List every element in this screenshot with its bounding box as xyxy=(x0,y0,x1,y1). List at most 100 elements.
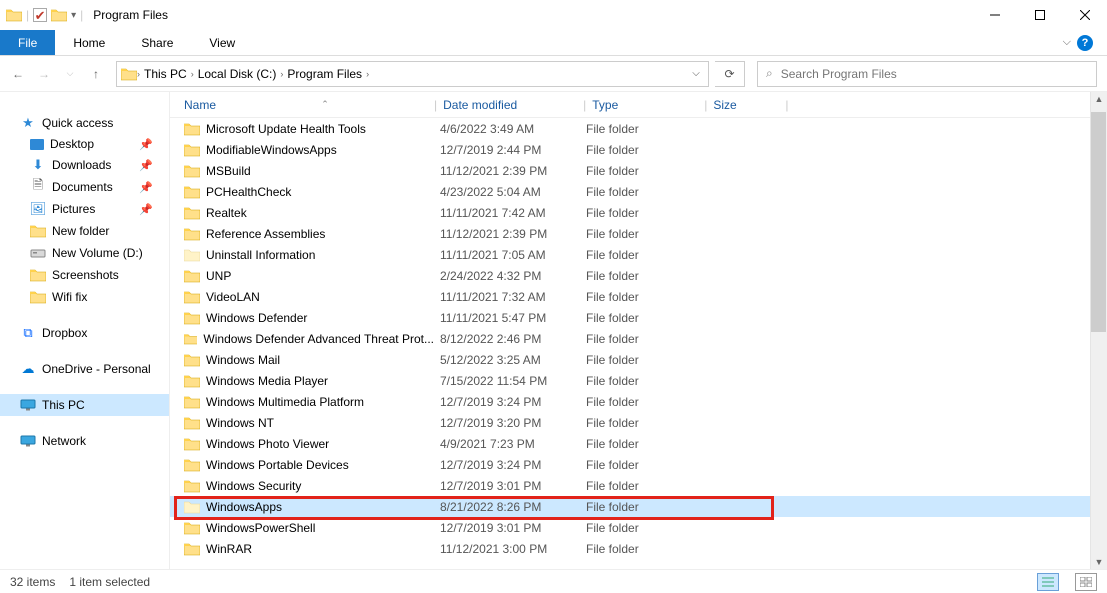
col-name[interactable]: Name⌃ xyxy=(178,98,434,112)
sidebar-item[interactable]: New folder xyxy=(0,220,169,242)
address-dropdown[interactable]: ⌵ xyxy=(684,62,708,86)
view-large-icons-button[interactable] xyxy=(1075,573,1097,591)
file-tab[interactable]: File xyxy=(0,30,55,55)
sidebar-item[interactable]: Desktop📌 xyxy=(0,134,169,154)
file-row[interactable]: Windows Photo Viewer4/9/2021 7:23 PMFile… xyxy=(170,433,1107,454)
view-details-button[interactable] xyxy=(1037,573,1059,591)
sidebar-item-label: Downloads xyxy=(52,158,111,172)
file-row[interactable]: Windows Security12/7/2019 3:01 PMFile fo… xyxy=(170,475,1107,496)
file-name: ModifiableWindowsApps xyxy=(206,143,337,157)
minimize-button[interactable] xyxy=(972,0,1017,30)
nav-this-pc[interactable]: This PC xyxy=(0,394,169,416)
file-row[interactable]: VideoLAN11/11/2021 7:32 AMFile folder xyxy=(170,286,1107,307)
nav-quick-access[interactable]: ★ Quick access xyxy=(0,112,169,134)
sidebar-item[interactable]: 🗎Documents📌 xyxy=(0,176,169,198)
folder-icon xyxy=(184,479,200,493)
file-row[interactable]: Windows Media Player7/15/2022 11:54 PMFi… xyxy=(170,370,1107,391)
nav-onedrive[interactable]: ☁ OneDrive - Personal xyxy=(0,358,169,380)
crumb-local-disk[interactable]: Local Disk (C:) xyxy=(194,67,281,81)
nav-network[interactable]: Network xyxy=(0,430,169,452)
scroll-thumb[interactable] xyxy=(1091,112,1106,332)
maximize-button[interactable] xyxy=(1017,0,1062,30)
status-item-count: 32 items xyxy=(10,575,55,589)
sidebar-item[interactable]: Screenshots xyxy=(0,264,169,286)
file-date: 4/6/2022 3:49 AM xyxy=(434,122,580,136)
search-input[interactable] xyxy=(773,66,1088,82)
sidebar-item[interactable]: ⬇Downloads📌 xyxy=(0,154,169,176)
close-button[interactable] xyxy=(1062,0,1107,30)
scroll-up-icon[interactable]: ▲ xyxy=(1095,94,1104,104)
qat-folder-icon[interactable] xyxy=(51,8,67,22)
file-name: Windows Defender xyxy=(206,311,307,325)
nav-dropbox[interactable]: ⧉ Dropbox xyxy=(0,322,169,344)
tab-home[interactable]: Home xyxy=(55,30,123,55)
scrollbar[interactable]: ▲ ▼ xyxy=(1090,92,1107,569)
folder-icon xyxy=(184,374,200,388)
search-box[interactable]: ⌕ xyxy=(757,61,1097,87)
ribbon: File Home Share View ⌵ ? xyxy=(0,30,1107,56)
col-type[interactable]: Type xyxy=(586,98,704,112)
file-row[interactable]: Windows Multimedia Platform12/7/2019 3:2… xyxy=(170,391,1107,412)
file-type: File folder xyxy=(580,311,698,325)
file-row[interactable]: Windows Defender Advanced Threat Prot...… xyxy=(170,328,1107,349)
navigation-pane: ★ Quick access Desktop📌⬇Downloads📌🗎Docum… xyxy=(0,92,170,569)
crumb-program-files[interactable]: Program Files xyxy=(283,67,366,81)
file-name: Windows Multimedia Platform xyxy=(206,395,364,409)
file-row[interactable]: MSBuild11/12/2021 2:39 PMFile folder xyxy=(170,160,1107,181)
window-title: Program Files xyxy=(93,8,168,22)
file-row[interactable]: Windows NT12/7/2019 3:20 PMFile folder xyxy=(170,412,1107,433)
file-row[interactable]: WindowsApps8/21/2022 8:26 PMFile folder xyxy=(170,496,1107,517)
file-row[interactable]: WinRAR11/12/2021 3:00 PMFile folder xyxy=(170,538,1107,559)
file-date: 12/7/2019 3:24 PM xyxy=(434,458,580,472)
file-name: Windows Portable Devices xyxy=(206,458,349,472)
file-date: 11/12/2021 2:39 PM xyxy=(434,227,580,241)
network-icon xyxy=(20,433,36,449)
file-name: Microsoft Update Health Tools xyxy=(206,122,366,136)
file-row[interactable]: Windows Mail5/12/2022 3:25 AMFile folder xyxy=(170,349,1107,370)
sidebar-item[interactable]: New Volume (D:) xyxy=(0,242,169,264)
file-row[interactable]: PCHealthCheck4/23/2022 5:04 AMFile folde… xyxy=(170,181,1107,202)
folder-icon xyxy=(184,185,200,199)
sidebar-item[interactable]: Wifi fix xyxy=(0,286,169,308)
file-row[interactable]: Uninstall Information11/11/2021 7:05 AMF… xyxy=(170,244,1107,265)
file-type: File folder xyxy=(580,500,698,514)
nav-label: Network xyxy=(42,434,86,448)
file-row[interactable]: Reference Assemblies11/12/2021 2:39 PMFi… xyxy=(170,223,1107,244)
file-rows: Microsoft Update Health Tools 4/6/2022 3:… xyxy=(170,118,1107,569)
file-row[interactable]: Windows Defender11/11/2021 5:47 PMFile f… xyxy=(170,307,1107,328)
sidebar-item[interactable]: 🖼Pictures📌 xyxy=(0,198,169,220)
ribbon-chevron-icon[interactable]: ⌵ xyxy=(1063,36,1071,49)
file-name: VideoLAN xyxy=(206,290,260,304)
qat-sep2: | xyxy=(80,8,83,22)
file-row[interactable]: ModifiableWindowsApps12/7/2019 2:44 PMFi… xyxy=(170,139,1107,160)
crumb-this-pc[interactable]: This PC xyxy=(140,67,191,81)
file-name: Windows Photo Viewer xyxy=(206,437,329,451)
address-bar[interactable]: › This PC › Local Disk (C:) › Program Fi… xyxy=(116,61,709,87)
file-name: Windows Mail xyxy=(206,353,280,367)
back-button[interactable]: ← xyxy=(10,66,26,82)
qat-dropdown-icon[interactable]: ▾ xyxy=(71,10,76,21)
tab-view[interactable]: View xyxy=(191,30,253,55)
col-size[interactable]: Size xyxy=(707,98,785,112)
folder-icon xyxy=(184,206,200,220)
crumb-sep[interactable]: › xyxy=(366,69,369,79)
qat-checkbox-icon[interactable]: ✔ xyxy=(33,8,47,22)
file-row[interactable]: UNP2/24/2022 4:32 PMFile folder xyxy=(170,265,1107,286)
tab-share[interactable]: Share xyxy=(123,30,191,55)
file-row[interactable]: Windows Portable Devices 12/7/2019 3:24 P… xyxy=(170,454,1107,475)
recent-locations-dropdown[interactable]: ⌵ xyxy=(62,66,78,82)
col-name-label: Name xyxy=(184,98,216,112)
file-row[interactable]: WindowsPowerShell12/7/2019 3:01 PMFile f… xyxy=(170,517,1107,538)
refresh-button[interactable]: ⟳ xyxy=(715,61,745,87)
file-type: File folder xyxy=(580,458,698,472)
col-date[interactable]: Date modified xyxy=(437,98,583,112)
file-row[interactable]: Microsoft Update Health Tools 4/6/2022 3:… xyxy=(170,118,1107,139)
file-row[interactable]: Realtek11/11/2021 7:42 AMFile folder xyxy=(170,202,1107,223)
file-date: 12/7/2019 3:20 PM xyxy=(434,416,580,430)
forward-button[interactable]: → xyxy=(36,66,52,82)
up-button[interactable]: ↑ xyxy=(88,66,104,82)
scroll-down-icon[interactable]: ▼ xyxy=(1095,557,1104,567)
help-icon[interactable]: ? xyxy=(1077,35,1093,51)
dropbox-icon: ⧉ xyxy=(20,325,36,341)
file-type: File folder xyxy=(580,206,698,220)
